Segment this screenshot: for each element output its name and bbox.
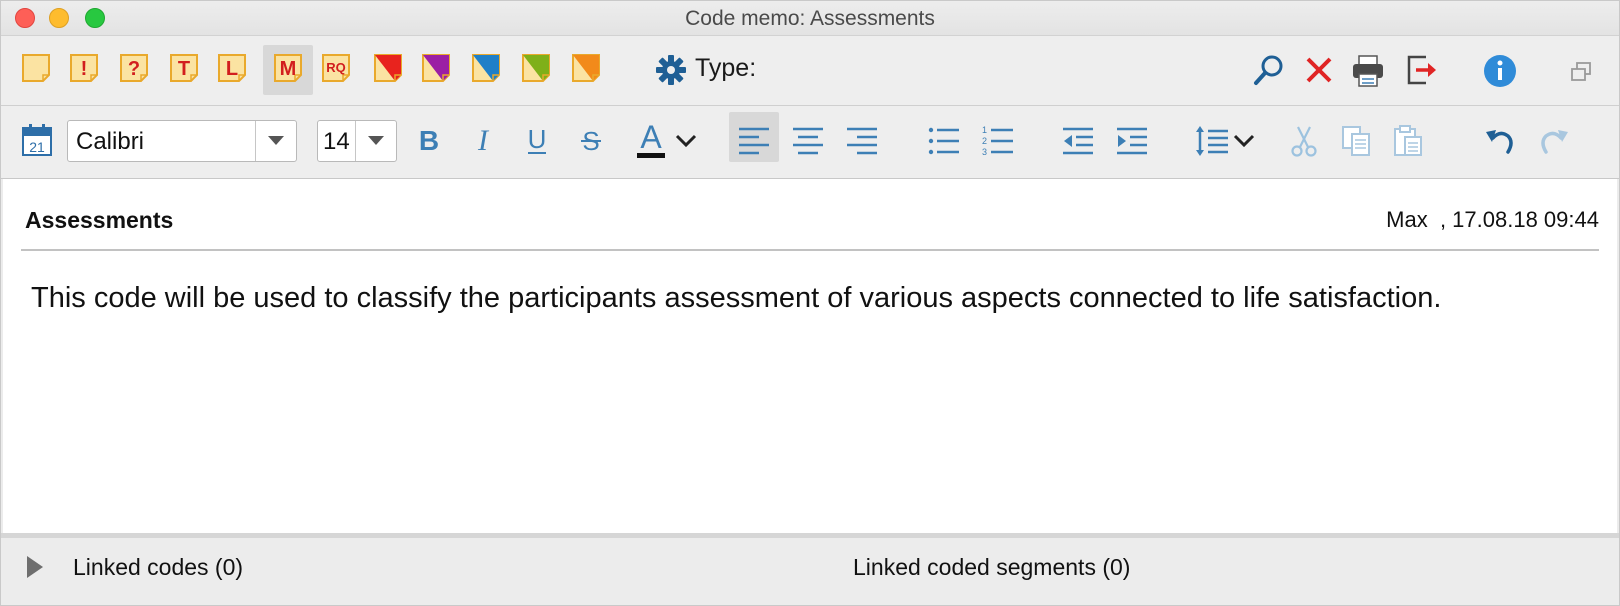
type-label: Type: [695, 54, 757, 82]
window-title: Code memo: Assessments [685, 7, 935, 30]
gear-icon[interactable] [651, 50, 691, 90]
align-right-icon[interactable] [841, 120, 883, 162]
svg-text:A: A [640, 120, 662, 155]
delete-icon[interactable] [1299, 50, 1339, 90]
font-family-select[interactable]: Calibri [67, 120, 297, 162]
bold-icon[interactable]: B [409, 120, 449, 160]
text-color-dropdown-icon[interactable] [671, 126, 701, 156]
memo-exclamation-icon[interactable]: ! [69, 53, 99, 83]
undock-icon[interactable] [1565, 56, 1597, 88]
format-toolbar: 21 Calibri 14 B I U S A 1 2 3 [1, 106, 1619, 179]
svg-text:2: 2 [982, 136, 987, 146]
print-icon[interactable] [1347, 50, 1389, 92]
memo-green-flag-icon[interactable] [521, 53, 551, 83]
redo-icon[interactable] [1533, 120, 1575, 162]
memo-author-date: Max , 17.08.18 09:44 [1386, 207, 1599, 232]
strikethrough-icon[interactable]: S [571, 120, 611, 160]
undo-icon[interactable] [1479, 120, 1521, 162]
memo-purple-flag-icon[interactable] [421, 53, 451, 83]
svg-text:!: ! [81, 58, 88, 80]
numbered-list-icon[interactable]: 123 [977, 120, 1019, 162]
memo-title[interactable]: Assessments [25, 207, 173, 234]
cut-icon[interactable] [1283, 120, 1325, 162]
copy-icon[interactable] [1335, 120, 1377, 162]
line-spacing-dropdown-icon[interactable] [1229, 126, 1259, 156]
svg-text:1: 1 [982, 126, 987, 135]
divider [21, 249, 1599, 251]
memo-body-text[interactable]: This code will be used to classify the p… [31, 275, 1531, 321]
memo-red-flag-icon[interactable] [373, 53, 403, 83]
linked-codes-label[interactable]: Linked codes (0) [73, 554, 243, 581]
svg-text:U: U [528, 124, 547, 154]
memo-orange-flag-icon[interactable] [571, 53, 601, 83]
paste-icon[interactable] [1387, 120, 1429, 162]
memo-blue-flag-icon[interactable] [471, 53, 501, 83]
svg-text:21: 21 [29, 139, 45, 155]
memo-type-toolbar: !? T L M RQ Type: [1, 36, 1619, 106]
svg-text:M: M [280, 58, 297, 80]
svg-text:RQ: RQ [326, 60, 346, 75]
svg-text:B: B [419, 125, 439, 156]
calendar-icon[interactable]: 21 [17, 120, 57, 160]
memo-t-icon[interactable]: T [169, 53, 199, 83]
font-family-value: Calibri [76, 128, 145, 155]
svg-text:L: L [226, 58, 238, 80]
memo-editor[interactable]: Assessments Max , 17.08.18 09:44 This co… [3, 179, 1617, 533]
underline-icon[interactable]: U [517, 120, 557, 160]
linked-panel: Linked codes (0) Linked coded segments (… [1, 533, 1619, 605]
chevron-down-icon[interactable] [355, 121, 396, 161]
search-icon[interactable] [1249, 50, 1289, 90]
svg-text:I: I [477, 124, 490, 156]
italic-icon[interactable]: I [463, 120, 503, 160]
align-left-icon[interactable] [733, 120, 775, 162]
export-icon[interactable] [1401, 50, 1441, 90]
memo-m-icon[interactable]: M [273, 53, 303, 83]
memo-question-icon[interactable]: ? [119, 53, 149, 83]
bullet-list-icon[interactable] [923, 120, 965, 162]
font-size-value: 14 [323, 128, 350, 155]
text-color-icon[interactable]: A [629, 118, 673, 162]
memo-l-icon[interactable]: L [217, 53, 247, 83]
memo-plain-icon[interactable] [21, 53, 51, 83]
decrease-indent-icon[interactable] [1057, 120, 1099, 162]
font-size-select[interactable]: 14 [317, 120, 397, 162]
increase-indent-icon[interactable] [1111, 120, 1153, 162]
svg-text:?: ? [128, 58, 140, 80]
memo-rq-icon[interactable]: RQ [321, 53, 351, 83]
title-bar[interactable]: Code memo: Assessments [1, 1, 1619, 36]
svg-text:T: T [178, 58, 190, 80]
align-center-icon[interactable] [787, 120, 829, 162]
svg-text:3: 3 [982, 147, 987, 156]
info-icon[interactable] [1479, 50, 1521, 92]
memo-window: Code memo: Assessments !? T L M RQ Type:… [0, 0, 1620, 606]
linked-segments-label[interactable]: Linked coded segments (0) [853, 554, 1130, 581]
chevron-down-icon[interactable] [255, 121, 296, 161]
expand-triangle-icon[interactable] [27, 556, 43, 578]
